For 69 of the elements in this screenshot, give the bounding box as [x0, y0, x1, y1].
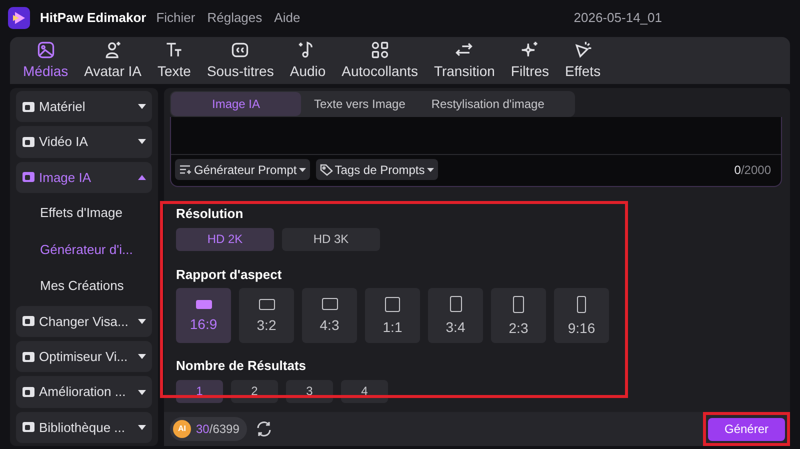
sidebar-item[interactable]: Bibliothèque ...: [16, 412, 152, 444]
app-logo-icon: [8, 7, 30, 29]
cone-icon: [572, 40, 593, 60]
toolbar-tab[interactable]: Audio: [282, 40, 333, 84]
toolbar-tab[interactable]: Autocollants: [334, 40, 425, 84]
menu-item[interactable]: Aide: [274, 8, 300, 28]
prompt-dropdown[interactable]: Générateur Prompt: [175, 159, 310, 180]
toolbar-tab[interactable]: Filtres: [504, 40, 556, 84]
caret-icon: [138, 318, 146, 324]
sidebar-subitem[interactable]: Générateur d'i...: [16, 233, 152, 266]
aspect-ratio-option[interactable]: 1:1: [365, 288, 420, 343]
caret-icon: [138, 424, 146, 430]
sidebar-item[interactable]: Optimiseur Vi...: [16, 341, 152, 372]
caret-icon: [298, 168, 306, 172]
menu-item[interactable]: Réglages: [207, 8, 262, 28]
project-name: 2026-05-14_01: [574, 9, 662, 28]
caret-icon: [138, 139, 146, 144]
aspect-ratio-option[interactable]: 2:3: [491, 288, 546, 343]
aspect-ratio-option[interactable]: 16:9: [176, 288, 231, 343]
char-count: 0/2000: [734, 162, 771, 176]
refresh-icon[interactable]: [255, 420, 274, 438]
menu-item[interactable]: Fichier: [156, 8, 196, 28]
ratio-rectangle-icon: [322, 298, 338, 310]
caret-icon: [138, 390, 146, 395]
ratio-rectangle-icon: [513, 296, 524, 312]
ratio-rectangle-icon: [385, 296, 400, 312]
ratio-rectangle-icon: [450, 296, 462, 312]
tag-icon: [320, 164, 333, 176]
generate-button[interactable]: Générer: [708, 418, 785, 440]
sidebar-subitem[interactable]: Effets d'Image: [16, 196, 152, 230]
caret-icon: [138, 104, 146, 110]
credits-count: 30/6399: [196, 421, 240, 438]
ratio-rectangle-icon: [196, 300, 212, 308]
tab[interactable]: Image IA: [171, 92, 301, 116]
toolbar-tab[interactable]: Effets: [558, 40, 608, 84]
resolution-option[interactable]: HD 3K: [282, 228, 380, 250]
list-sparkle-icon: [179, 164, 192, 175]
image-icon: [36, 40, 56, 60]
ratio-rectangle-icon: [577, 296, 586, 312]
toolbar-tab[interactable]: Médias: [16, 40, 76, 84]
aspect-ratio-option[interactable]: 4:3: [302, 288, 357, 343]
aspect-ratio-option[interactable]: 3:4: [428, 288, 483, 343]
prompt-dropdown[interactable]: Tags de Prompts: [316, 159, 438, 180]
tab[interactable]: Texte vers Image: [301, 92, 418, 116]
toolbar-tab[interactable]: Sous-titres: [200, 40, 281, 84]
app-title: HitPaw Edimakor: [40, 9, 146, 28]
toolbar-tab[interactable]: Transition: [426, 40, 502, 84]
shapes-icon: [370, 40, 390, 60]
toolbar-tab[interactable]: Texte: [150, 40, 198, 84]
resolution-option[interactable]: HD 2K: [176, 228, 274, 250]
section-title: Nombre de Résultats: [176, 357, 308, 375]
section-title: Résolution: [176, 205, 244, 223]
ratio-rectangle-icon: [258, 298, 274, 310]
sidebar-item[interactable]: Changer Visa...: [16, 306, 152, 338]
caret-icon: [426, 168, 434, 172]
aspect-ratio-option[interactable]: 9:16: [554, 288, 609, 343]
aspect-ratio-option[interactable]: 3:2: [239, 288, 294, 343]
section-title: Rapport d'aspect: [176, 266, 283, 284]
toolbar-tab[interactable]: Avatar IA: [77, 40, 148, 84]
caret-icon: [138, 174, 146, 180]
ai-coin-icon: AI: [173, 420, 191, 438]
caret-icon: [138, 354, 146, 360]
sidebar-item[interactable]: Matériel: [16, 91, 152, 122]
sidebar-item[interactable]: Vidéo IA: [16, 126, 152, 158]
caption-icon: [230, 40, 250, 60]
sidebar-item[interactable]: Amélioration ...: [16, 376, 152, 408]
tab[interactable]: Restylisation d'image: [418, 92, 558, 116]
sidebar-subitem[interactable]: Mes Créations: [16, 270, 152, 302]
sidebar-item[interactable]: Image IA: [16, 162, 152, 193]
